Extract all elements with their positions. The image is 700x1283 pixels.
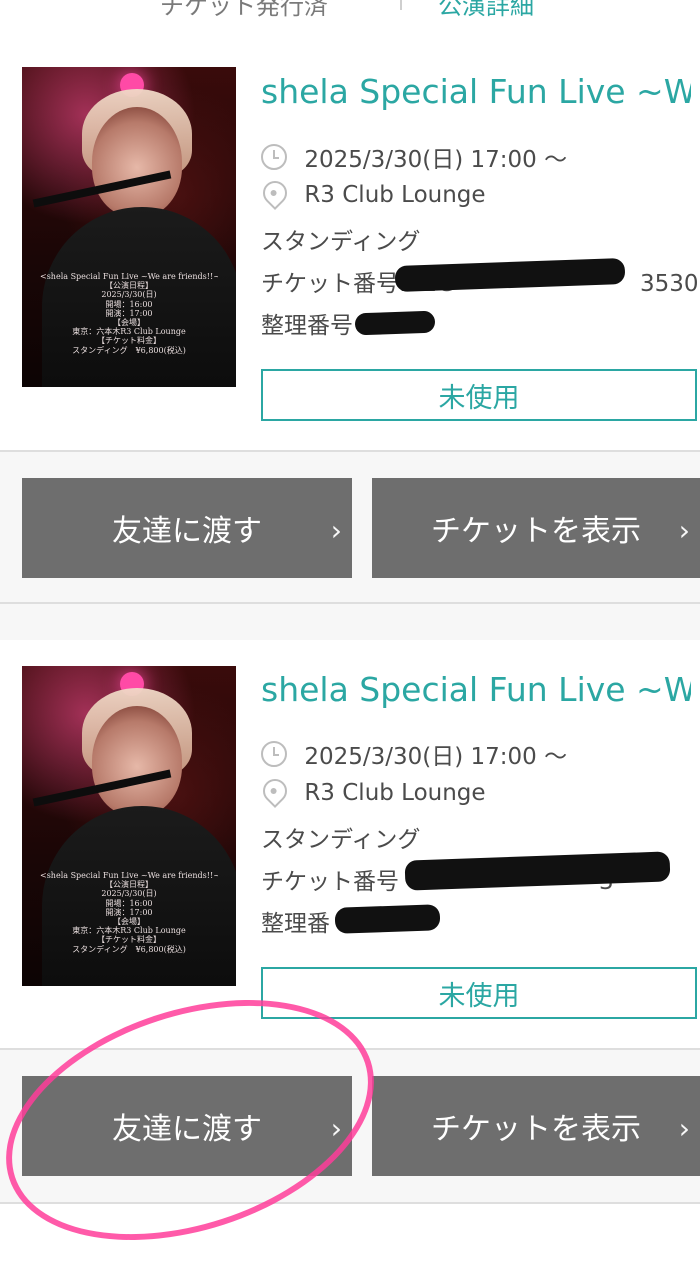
venue-text: R3 Club Lounge [304, 780, 486, 806]
poster-line: 開場：16:00 [105, 898, 153, 908]
admission-number: 整理番 [261, 904, 330, 938]
poster-line: <shela Special Fun Live ~We are friends!… [40, 272, 218, 281]
redaction-mark [334, 904, 441, 934]
poster-line: 東京：六本木R3 Club Lounge [72, 926, 186, 936]
button-label: チケットを表示 [431, 1112, 641, 1147]
poster-text: <shela Special Fun Live ~We are friends!… [40, 871, 218, 954]
clock-icon [261, 741, 287, 767]
show-ticket-button[interactable]: チケットを表示 › [372, 478, 700, 578]
poster-line: 2025/3/30(日) [101, 889, 157, 899]
event-title[interactable]: shela Special Fun Live ~W… [261, 72, 691, 111]
datetime-text: 2025/3/30(日) 17:00 ～ [304, 147, 568, 173]
transfer-to-friend-button[interactable]: 友達に渡す › [22, 1076, 352, 1176]
section-gap [0, 602, 700, 640]
location-pin-icon [258, 176, 292, 210]
redaction-mark [404, 851, 671, 891]
admission-number: 整理番号 [261, 306, 353, 340]
poster-line: 開場：16:00 [105, 299, 153, 309]
performance-details-link[interactable]: 公演詳細 [438, 0, 534, 21]
ticket-card: <shela Special Fun Live ~We are friends!… [0, 640, 700, 1048]
ticket-number-label: チケット番号 [261, 869, 399, 895]
redaction-mark [354, 310, 436, 336]
ticket-actions: 友達に渡す › チケットを表示 › [0, 1048, 700, 1204]
transfer-to-friend-button[interactable]: 友達に渡す › [22, 478, 352, 578]
face-shape [92, 107, 182, 217]
top-tabs: チケット発行済 公演詳細 [0, 0, 700, 44]
chevron-right-icon: › [330, 514, 342, 547]
seat-type: スタンディング [261, 229, 421, 255]
chevron-right-icon: › [678, 514, 690, 547]
ticket-number-suffix: 3530 [639, 271, 699, 297]
chevron-right-icon: › [678, 1112, 690, 1145]
poster-text: <shela Special Fun Live ~We are friends!… [40, 272, 218, 355]
tab-divider [400, 0, 402, 10]
ticket-actions: 友達に渡す › チケットを表示 › [0, 450, 700, 606]
poster-line: スタンディング ¥6,800(税込) [72, 345, 186, 355]
ticket-card: <shela Special Fun Live ~We are friends!… [0, 42, 700, 450]
poster-line: 【会場】 [113, 916, 145, 926]
event-title[interactable]: shela Special Fun Live ~W… [261, 670, 691, 709]
ticket-status: 未使用 [261, 369, 697, 421]
event-poster-image[interactable]: <shela Special Fun Live ~We are friends!… [22, 67, 236, 387]
poster-line: 【チケット料金】 [97, 336, 161, 346]
poster-line: 2025/3/30(日) [101, 290, 157, 300]
admission-number-label: 整理番 [261, 911, 330, 937]
poster-line: 【会場】 [113, 317, 145, 327]
admission-number-label: 整理番号 [261, 313, 353, 339]
clock-icon [261, 144, 287, 170]
location-pin-icon [258, 774, 292, 808]
poster-line: <shela Special Fun Live ~We are friends!… [40, 871, 218, 880]
poster-line: 【チケット料金】 [97, 935, 161, 945]
button-label: 友達に渡す [112, 1112, 262, 1147]
event-poster-image[interactable]: <shela Special Fun Live ~We are friends!… [22, 666, 236, 986]
poster-line: 東京：六本木R3 Club Lounge [72, 327, 186, 337]
ticket-status: 未使用 [261, 967, 697, 1019]
poster-line: 【公演日程】 [105, 281, 153, 291]
poster-line: スタンディング ¥6,800(税込) [72, 944, 186, 954]
event-datetime: 2025/3/30(日) 17:00 ～ [261, 140, 567, 174]
chevron-right-icon: › [330, 1112, 342, 1145]
button-label: チケットを表示 [431, 514, 641, 549]
show-ticket-button[interactable]: チケットを表示 › [372, 1076, 700, 1176]
poster-line: 開演：17:00 [105, 907, 153, 917]
venue-text: R3 Club Lounge [304, 182, 486, 208]
face-shape [92, 706, 182, 816]
event-datetime: 2025/3/30(日) 17:00 ～ [261, 737, 567, 771]
poster-line: 開演：17:00 [105, 308, 153, 318]
issued-tab[interactable]: チケット発行済 [160, 0, 328, 21]
datetime-text: 2025/3/30(日) 17:00 ～ [304, 744, 568, 770]
button-label: 友達に渡す [112, 514, 262, 549]
seat-type: スタンディング [261, 827, 421, 853]
event-venue: R3 Club Lounge [258, 176, 486, 210]
event-venue: R3 Club Lounge [258, 774, 486, 808]
poster-line: 【公演日程】 [105, 880, 153, 890]
